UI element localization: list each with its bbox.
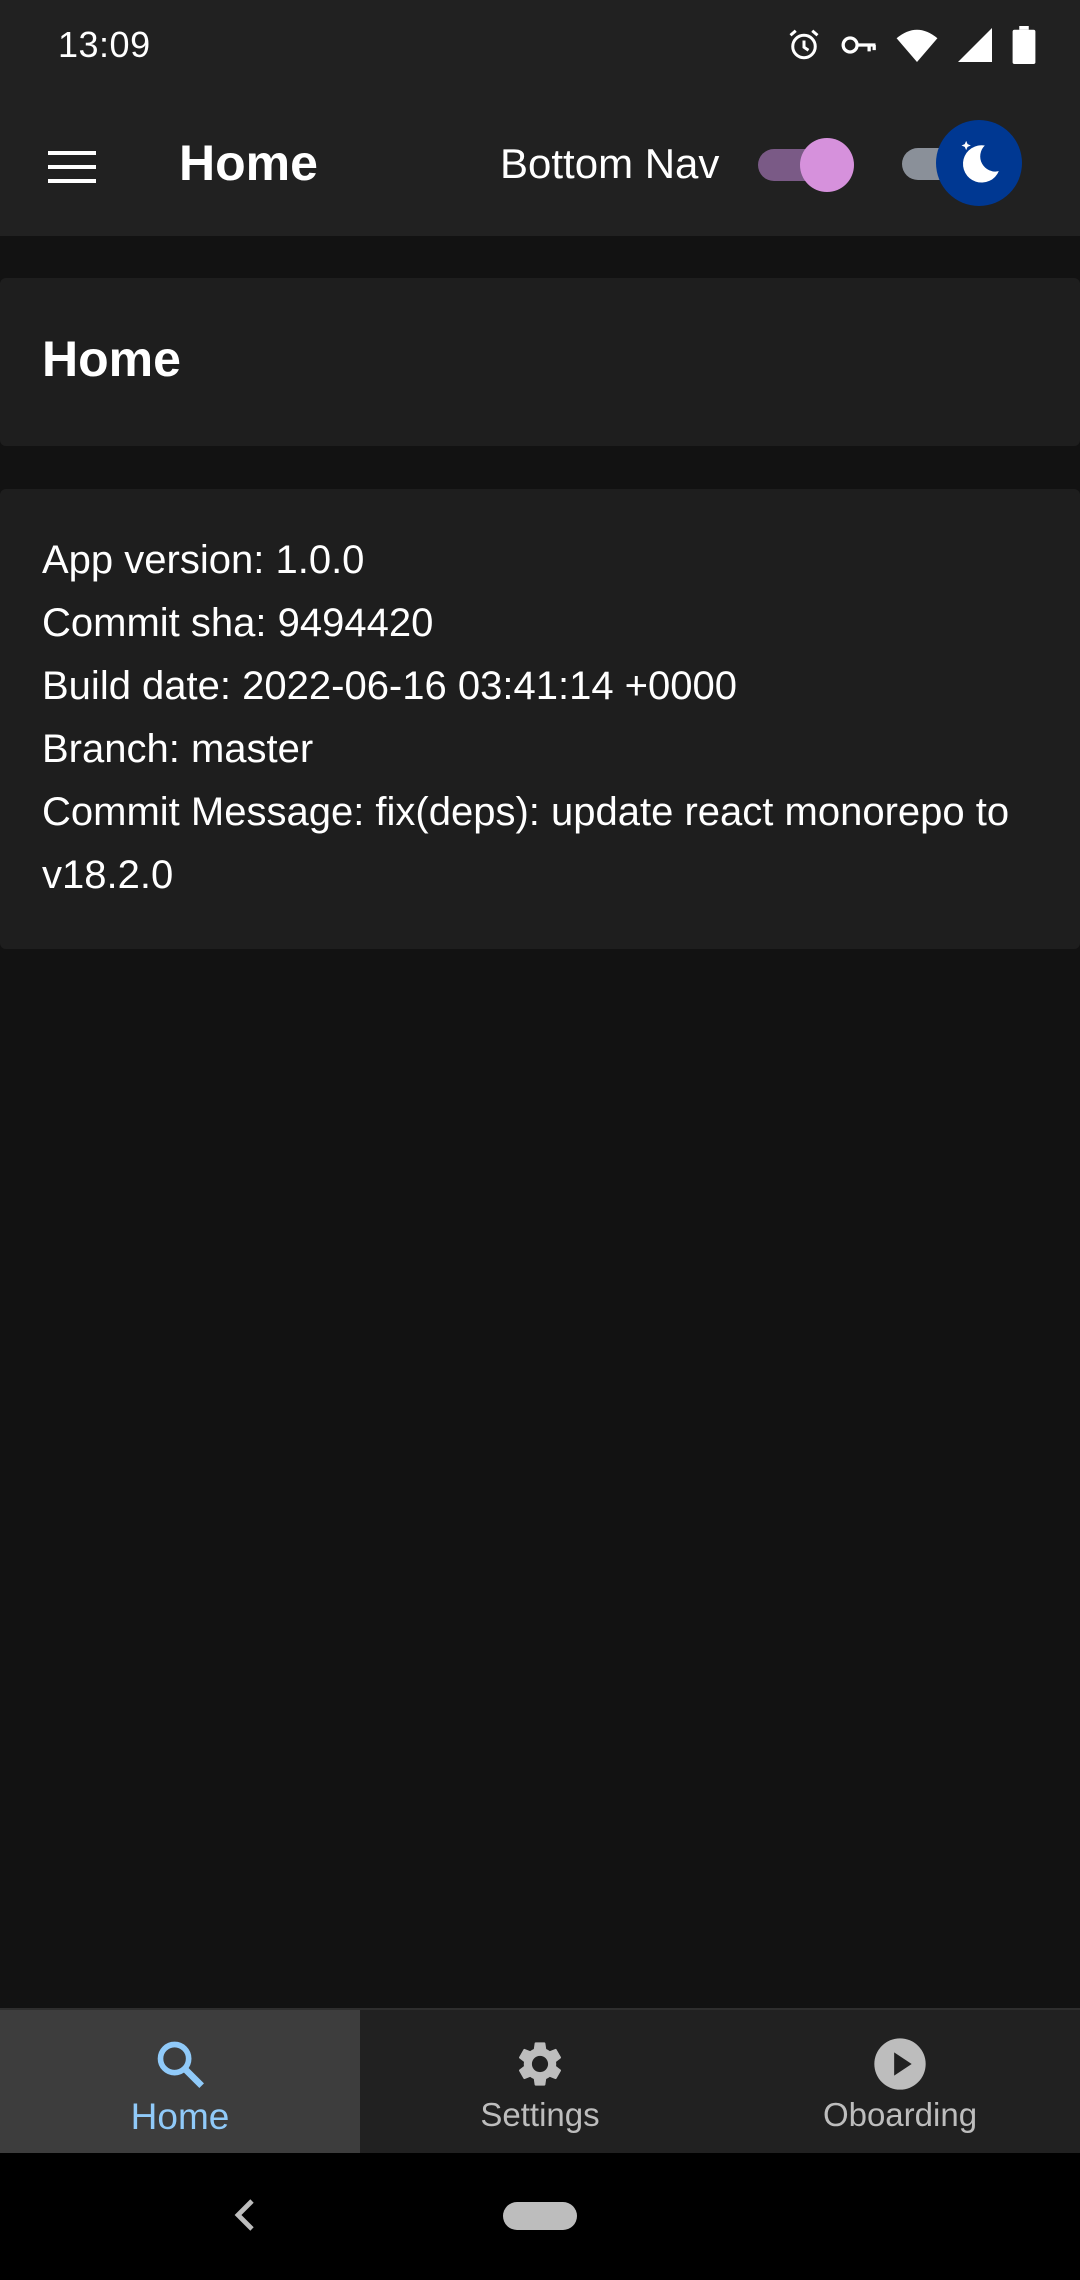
system-navigation-bar: [0, 2153, 1080, 2280]
app-info-text: App version: 1.0.0 Commit sha: 9494420 B…: [42, 529, 1052, 907]
app-version-text: App version: 1.0.0: [42, 538, 365, 582]
build-date-text: Build date: 2022-06-16 03:41:14 +0000: [42, 664, 738, 708]
page-title: Home: [179, 135, 318, 191]
menu-button[interactable]: [38, 132, 108, 202]
home-pill-button[interactable]: [503, 2202, 577, 2230]
toggle-thumb: [800, 138, 854, 192]
dark-mode-toggle[interactable]: [896, 116, 1026, 212]
app-bar: Home Bottom Nav: [0, 92, 1080, 236]
commit-message-text: Commit Message: fix(deps): update react …: [42, 790, 1010, 897]
back-icon[interactable]: [226, 2193, 266, 2237]
commit-sha-text: Commit sha: 9494420: [42, 601, 434, 645]
wifi-icon: [896, 28, 938, 62]
status-bar: 13:09: [0, 0, 1080, 92]
status-time: 13:09: [58, 24, 151, 65]
nav-label-onboarding: Oboarding: [822, 2096, 978, 2133]
hamburger-menu-icon: [48, 151, 96, 183]
toggle-thumb: [936, 120, 1022, 206]
moon-stars-icon: [961, 140, 999, 183]
vpn-key-icon: [840, 30, 878, 60]
app-info-card: App version: 1.0.0 Commit sha: 9494420 B…: [0, 489, 1080, 949]
search-icon: [154, 2034, 206, 2094]
bottom-navigation: Home Settings Oboarding: [0, 2008, 1080, 2155]
nav-item-home[interactable]: Home: [0, 2010, 360, 2155]
nav-label-home: Home: [130, 2096, 230, 2137]
alarm-icon: [786, 27, 822, 63]
gear-icon: [513, 2034, 567, 2094]
nav-item-onboarding[interactable]: Oboarding: [720, 2010, 1080, 2155]
card-heading: Home: [42, 331, 181, 387]
status-icons: [786, 20, 1036, 70]
nav-item-settings[interactable]: Settings: [360, 2010, 720, 2155]
branch-text: Branch: master: [42, 727, 314, 771]
title-card: Home: [0, 278, 1080, 446]
bottom-nav-label: Bottom Nav: [500, 140, 720, 187]
battery-icon: [1012, 26, 1036, 64]
nav-label-settings: Settings: [480, 2096, 600, 2133]
bottom-nav-toggle[interactable]: [752, 136, 862, 192]
signal-icon: [956, 28, 994, 62]
play-circle-icon: [872, 2034, 928, 2094]
